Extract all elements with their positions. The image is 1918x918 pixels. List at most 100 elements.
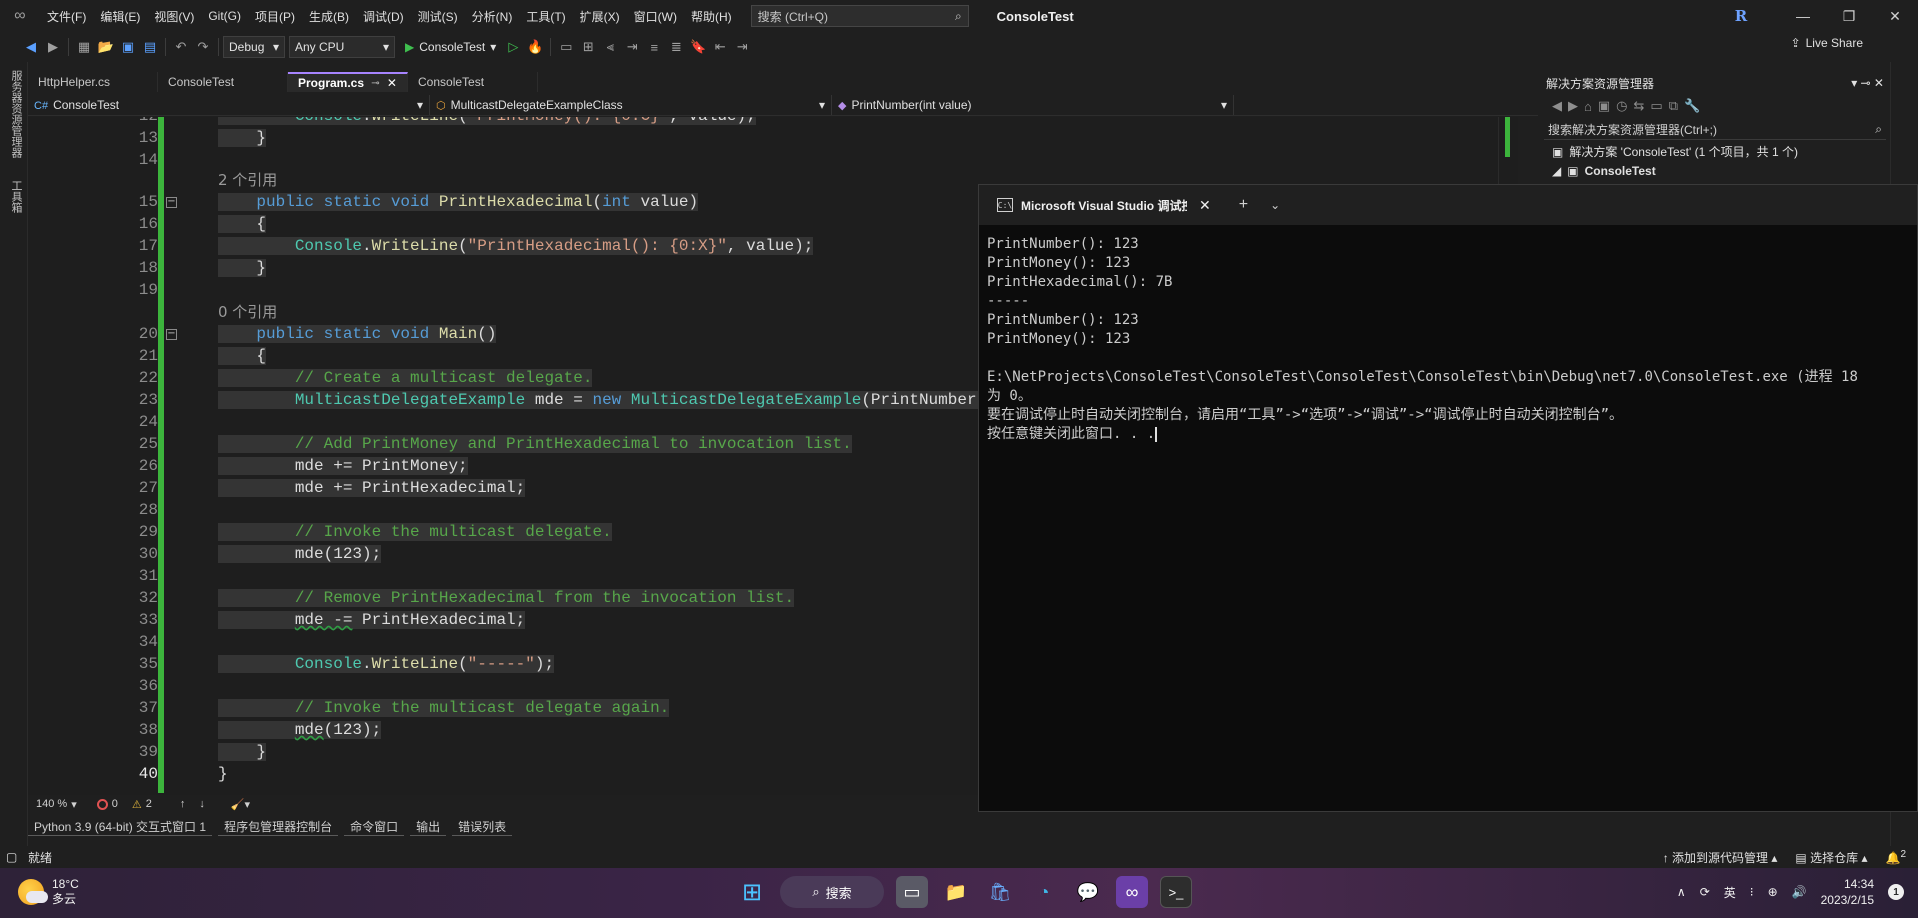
show-all-files-icon[interactable]: ⧉ [1669, 98, 1678, 114]
taskbar-search-button[interactable]: ⌕ 搜索 [780, 876, 884, 908]
arrow-down-icon[interactable]: ↓ [199, 798, 205, 810]
warning-count[interactable]: ⚠ 2 [132, 798, 152, 811]
sync-icon[interactable]: ⇆ [1634, 98, 1645, 114]
collapse-all-icon[interactable]: ▭ [1650, 98, 1662, 114]
layout-icon[interactable]: ⊞ [577, 36, 599, 58]
uncomment-icon[interactable]: ≣ [665, 36, 687, 58]
restore-icon[interactable]: ❐ [1826, 0, 1872, 32]
edge-browser-icon[interactable]: ◔ [1028, 876, 1060, 908]
menu-help[interactable]: 帮助(H) [684, 8, 739, 25]
start-without-debugging-icon[interactable]: ▷ [502, 36, 524, 58]
error-count[interactable]: 0 [96, 798, 118, 810]
pending-changes-icon[interactable]: ◷ [1616, 98, 1627, 114]
volume-icon[interactable]: 🔊 [1792, 885, 1807, 899]
next-bookmark-icon[interactable]: ⇥ [731, 36, 753, 58]
close-icon[interactable]: ✕ [1199, 197, 1211, 214]
start-debugging-button[interactable]: ▶ ConsoleTest ▾ [399, 40, 502, 54]
home-icon[interactable]: ⌂ [1584, 99, 1592, 114]
cleanup-icon[interactable]: 🧹▾ [231, 798, 250, 811]
menu-view[interactable]: 视图(V) [147, 8, 201, 25]
tab-consoletest[interactable]: ConsoleTest [158, 72, 288, 92]
save-icon[interactable]: ▣ [117, 36, 139, 58]
server-explorer-tab[interactable]: 服务器资源管理器 [8, 70, 24, 158]
align-left-icon[interactable]: ⫷ [599, 36, 621, 58]
tab-output[interactable]: 输出 [410, 818, 447, 836]
ime-mode-icon[interactable]: ⁝ [1750, 885, 1754, 899]
switch-views-icon[interactable]: ▣ [1598, 98, 1610, 114]
clock[interactable]: 14:34 2023/2/15 [1821, 876, 1874, 908]
tab-consoletest-2[interactable]: ConsoleTest [408, 72, 538, 92]
network-icon[interactable]: ⊕ [1768, 885, 1778, 899]
tab-command-window[interactable]: 命令窗口 [344, 818, 405, 836]
account-avatar[interactable]: R [1730, 5, 1752, 27]
back-icon[interactable]: ◀ [20, 36, 42, 58]
solution-platform-select[interactable]: Any CPU ▾ [289, 36, 395, 58]
tab-python-interactive[interactable]: Python 3.9 (64-bit) 交互式窗口 1 [28, 818, 213, 836]
tab-error-list[interactable]: 错误列表 [452, 818, 513, 836]
codelens-references[interactable]: 0 个引用 [218, 303, 277, 321]
forward-icon[interactable]: ▶ [42, 36, 64, 58]
microsoft-store-icon[interactable]: 🛍 [984, 876, 1016, 908]
toolbox-tab[interactable]: 工具箱 [8, 180, 24, 213]
project-dropdown[interactable]: C# ConsoleTest ▾ [28, 94, 430, 115]
new-tab-icon[interactable]: + [1239, 196, 1248, 214]
tab-httphelper[interactable]: HttpHelper.cs [28, 72, 158, 92]
show-hidden-icons-icon[interactable]: ∧ [1677, 885, 1686, 899]
panel-controls[interactable]: ▾ ⊸ ✕ [1851, 76, 1884, 90]
menu-analyze[interactable]: 分析(N) [465, 8, 520, 25]
input-method-indicator[interactable]: 英 [1724, 884, 1736, 901]
menu-git[interactable]: Git(G) [201, 9, 248, 23]
terminal-icon[interactable]: >_ [1160, 876, 1192, 908]
chat-app-icon[interactable]: 💬 [1072, 876, 1104, 908]
back-icon[interactable]: ◀ [1552, 98, 1562, 114]
close-icon[interactable]: ✕ [1872, 0, 1918, 32]
global-search-input[interactable]: 搜索 (Ctrl+Q) ⌕ [750, 5, 969, 27]
visual-studio-icon[interactable]: ∞ [1116, 876, 1148, 908]
live-share-button[interactable]: ⇪ Live Share [1791, 36, 1863, 50]
zoom-dropdown[interactable]: 140 % ▾ [36, 798, 77, 811]
weather-widget[interactable]: 18°C 多云 [18, 877, 79, 907]
prev-bookmark-icon[interactable]: ⇤ [709, 36, 731, 58]
class-dropdown[interactable]: ⬡ MulticastDelegateExampleClass ▾ [430, 94, 832, 115]
minimize-icon[interactable]: — [1780, 0, 1826, 32]
visual-studio-logo-icon[interactable]: ∞ [0, 0, 40, 32]
open-file-icon[interactable]: 📂 [95, 36, 117, 58]
solution-search-input[interactable]: 搜索解决方案资源管理器(Ctrl+;) ⌕ [1544, 120, 1886, 140]
member-dropdown[interactable]: ◆ PrintNumber(int value) ▾ [832, 94, 1234, 115]
hot-reload-icon[interactable]: 🔥 [524, 36, 546, 58]
tab-program[interactable]: Program.cs ⊸ ✕ [288, 72, 408, 92]
debug-console-window[interactable]: C:\ Microsoft Visual Studio 调试控制台 ✕ + ⌄ … [978, 184, 1918, 812]
menu-extensions[interactable]: 扩展(X) [573, 8, 627, 25]
arrow-up-icon[interactable]: ↑ [180, 798, 186, 810]
sync-cloud-icon[interactable]: ⟳ [1700, 885, 1710, 899]
undo-icon[interactable]: ↶ [170, 36, 192, 58]
tree-item-solution[interactable]: ▣ 解决方案 'ConsoleTest' (1 个项目，共 1 个) [1540, 142, 1890, 161]
console-tab-title[interactable]: Microsoft Visual Studio 调试控制台 [1021, 197, 1187, 214]
new-project-icon[interactable]: ▦ [73, 36, 95, 58]
menu-window[interactable]: 窗口(W) [627, 8, 684, 25]
menu-edit[interactable]: 编辑(E) [93, 8, 147, 25]
bookmark-icon[interactable]: 🔖 [687, 36, 709, 58]
tab-package-manager-console[interactable]: 程序包管理器控制台 [218, 818, 339, 836]
menu-project[interactable]: 项目(P) [248, 8, 302, 25]
windows-start-icon[interactable]: ⊞ [736, 876, 768, 908]
menu-test[interactable]: 测试(S) [411, 8, 465, 25]
collapse-icon[interactable]: − [166, 329, 177, 340]
select-repository-button[interactable]: ▤ 选择仓库 ▴ [1795, 849, 1867, 866]
menu-debug[interactable]: 调试(D) [356, 8, 411, 25]
menu-file[interactable]: 文件(F) [40, 8, 93, 25]
expand-icon[interactable]: ◢ [1552, 164, 1561, 178]
chevron-down-icon[interactable]: ⌄ [1270, 198, 1280, 212]
add-to-source-control-button[interactable]: ↑ 添加到源代码管理 ▴ [1663, 849, 1778, 866]
save-all-icon[interactable]: ▤ [139, 36, 161, 58]
notifications-icon[interactable]: 🔔2 [1885, 849, 1906, 865]
close-icon[interactable]: ✕ [387, 76, 397, 90]
menu-tools[interactable]: 工具(T) [519, 8, 572, 25]
pin-icon[interactable]: ⊸ [371, 78, 379, 89]
step-icon[interactable]: ⇥ [621, 36, 643, 58]
task-view-icon[interactable]: ▭ [896, 876, 928, 908]
codelens-references[interactable]: 2 个引用 [218, 171, 277, 189]
solution-configuration-select[interactable]: Debug ▾ [223, 36, 285, 58]
menu-build[interactable]: 生成(B) [302, 8, 356, 25]
notification-badge[interactable]: 1 [1888, 884, 1904, 900]
